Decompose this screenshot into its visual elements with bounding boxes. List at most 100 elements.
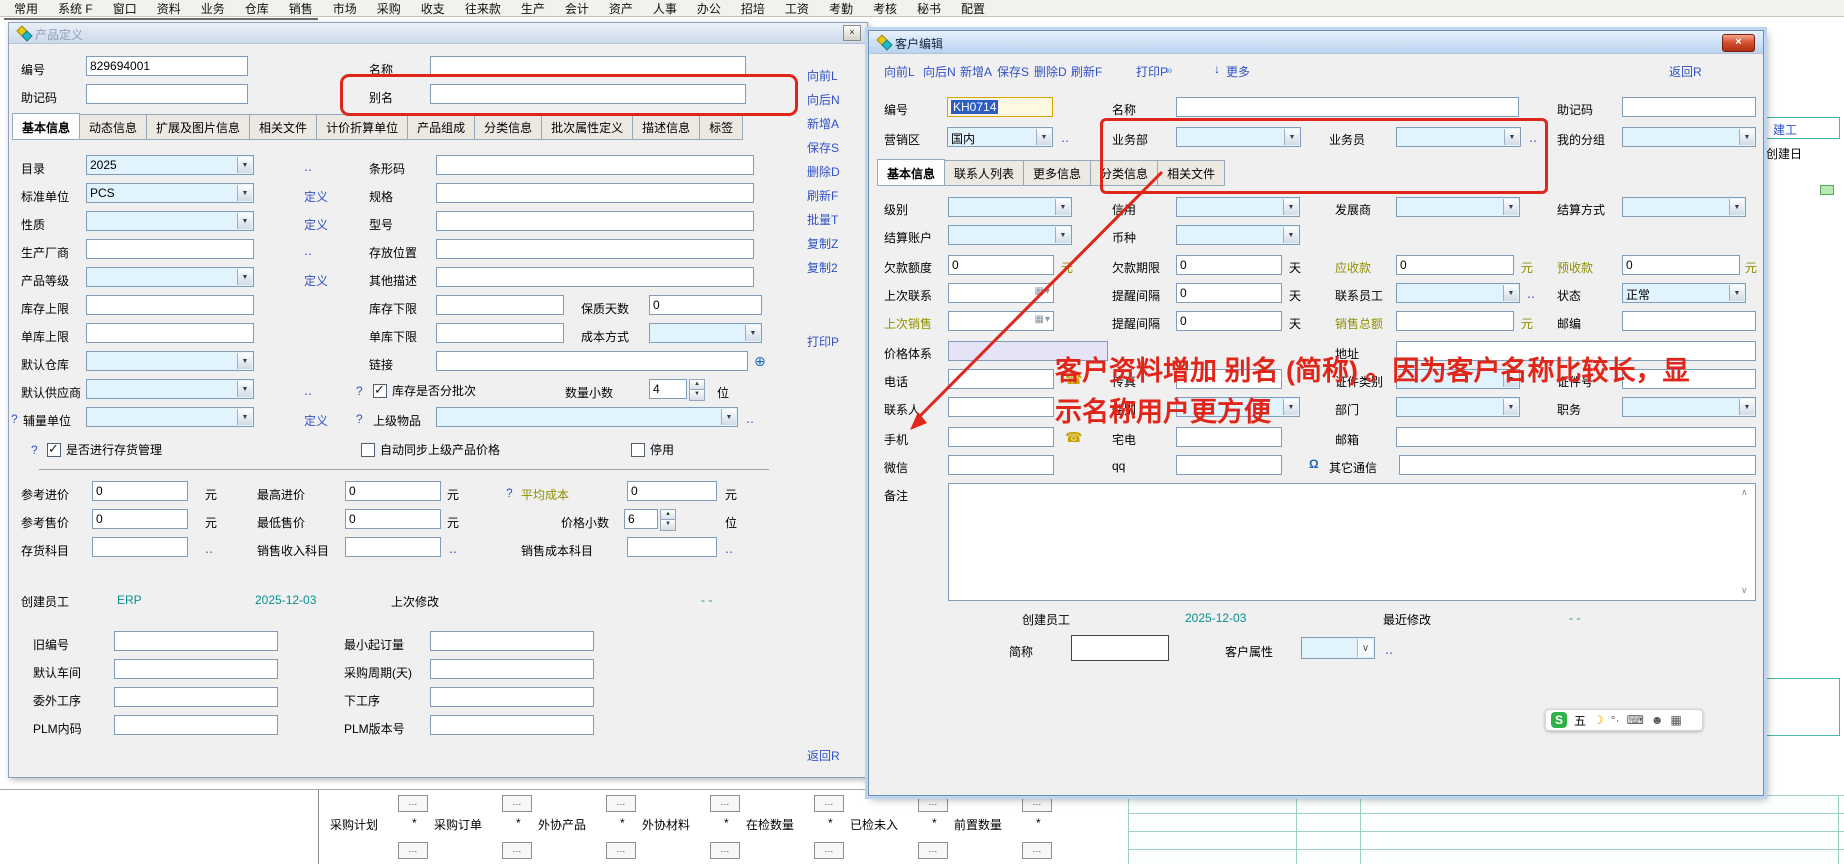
customer-window-titlebar[interactable]: 客户编辑 × — [869, 31, 1763, 54]
calendar-icon[interactable]: ▦▾ — [1035, 314, 1051, 325]
my-group-select[interactable] — [1622, 127, 1756, 147]
whse-upper-input[interactable] — [86, 323, 254, 343]
menu-item[interactable]: 采购 — [367, 0, 411, 17]
ime-toolbar[interactable]: S 五 ☽ °· ⌨ ☻ ▦ — [1545, 709, 1703, 731]
menu-item[interactable]: 资料 — [147, 0, 191, 17]
globe-icon[interactable]: ⊕ — [754, 353, 766, 370]
tab-extended-images[interactable]: 扩展及图片信息 — [147, 114, 250, 140]
scroll-down-icon[interactable]: ∨ — [1741, 585, 1748, 596]
revenue-account-input[interactable] — [345, 537, 441, 557]
menu-item[interactable]: 常用 — [4, 0, 48, 17]
phone-icon[interactable]: ☎ — [1065, 371, 1082, 388]
lookup-button[interactable]: … — [1022, 795, 1052, 812]
toolbar-refresh-button[interactable]: 刷新F — [807, 187, 838, 204]
level-select[interactable] — [948, 197, 1072, 217]
customer-attr-select[interactable] — [1301, 637, 1375, 659]
other-desc-input[interactable] — [436, 267, 754, 287]
menu-item[interactable]: 工资 — [775, 0, 819, 17]
outsource-process-input[interactable] — [114, 687, 278, 707]
debt-limit-input[interactable]: 0 — [948, 255, 1054, 275]
tab-classification[interactable]: 分类信息 — [475, 114, 542, 140]
currency-select[interactable] — [1176, 225, 1300, 245]
other-comm-input[interactable] — [1399, 455, 1756, 475]
product-alias-input[interactable] — [430, 84, 746, 104]
business-dept-select[interactable] — [1176, 127, 1301, 147]
menu-item[interactable]: 办公 — [687, 0, 731, 17]
email-input[interactable] — [1396, 427, 1756, 447]
last-contact-datepicker[interactable]: ▦▾ — [948, 283, 1054, 303]
toolbar-refresh-button[interactable]: 刷新F — [1071, 63, 1102, 80]
account-lookup[interactable]: ‥ — [449, 542, 457, 556]
tab-related-files[interactable]: 相关文件 — [1158, 160, 1225, 186]
lookup-button[interactable]: … — [814, 795, 844, 812]
tab-classification[interactable]: 分类信息 — [1091, 160, 1158, 186]
lookup-button[interactable]: … — [1022, 842, 1052, 859]
toolbar-prev-button[interactable]: 向前L — [807, 67, 838, 84]
menu-item[interactable]: 销售 — [279, 0, 323, 17]
region-lookup[interactable]: ‥ — [1061, 131, 1069, 145]
tab-pricing-units[interactable]: 计价折算单位 — [317, 114, 408, 140]
define-link[interactable]: 定义 — [304, 412, 328, 429]
lookup-button[interactable]: … — [918, 842, 948, 859]
location-input[interactable] — [436, 239, 754, 259]
help-question-icon[interactable]: ? — [356, 412, 363, 426]
plm-code-input[interactable] — [114, 715, 278, 735]
toolbar-delete-button[interactable]: 删除D — [1034, 63, 1067, 80]
close-icon[interactable]: × — [843, 25, 861, 41]
menu-item[interactable]: 资产 — [599, 0, 643, 17]
toolbar-copy-button[interactable]: 复制Z — [807, 235, 838, 252]
toolbar-add-button[interactable]: 新增A — [960, 63, 992, 80]
default-warehouse-select[interactable] — [86, 351, 254, 371]
avg-cost-input[interactable]: 0 — [627, 481, 717, 501]
lookup-button[interactable]: … — [398, 795, 428, 812]
menu-item[interactable]: 秘书 — [907, 0, 951, 17]
price-system-input[interactable] — [948, 341, 1108, 361]
spec-input[interactable] — [436, 183, 754, 203]
menu-item[interactable]: 考勤 — [819, 0, 863, 17]
product-no-input[interactable]: 829694001 — [86, 56, 248, 76]
menu-item[interactable]: 收支 — [411, 0, 455, 17]
stock-upper-input[interactable] — [86, 295, 254, 315]
define-link[interactable]: 定义 — [304, 216, 328, 233]
receivable-input[interactable]: 0 — [1396, 255, 1514, 275]
sales-total-input[interactable] — [1396, 311, 1514, 331]
grade-select[interactable] — [86, 267, 254, 287]
tab-contact-list[interactable]: 联系人列表 — [945, 160, 1024, 186]
customer-mnemonic-input[interactable] — [1622, 97, 1756, 117]
contact-staff-lookup[interactable]: ‥ — [1527, 287, 1535, 301]
whse-lower-input[interactable] — [436, 323, 564, 343]
toolbar-more-button[interactable]: 更多 — [1226, 63, 1250, 80]
tab-dynamic-info[interactable]: 动态信息 — [80, 114, 147, 140]
min-sell-input[interactable]: 0 — [345, 509, 441, 529]
postcode-input[interactable] — [1622, 311, 1756, 331]
ime-punct-icon[interactable]: °· — [1611, 713, 1620, 727]
settle-account-select[interactable] — [948, 225, 1072, 245]
ime-grid-icon[interactable]: ▦ — [1671, 713, 1682, 727]
inventory-account-input[interactable] — [92, 537, 188, 557]
advance-input[interactable]: 0 — [1622, 255, 1740, 275]
cost-method-select[interactable] — [649, 323, 762, 343]
catalog-lookup[interactable]: ‥ — [304, 160, 312, 174]
settle-method-select[interactable] — [1622, 197, 1746, 217]
salesman-lookup[interactable]: ‥ — [1529, 131, 1537, 145]
lookup-button[interactable]: … — [710, 795, 740, 812]
barcode-input[interactable] — [436, 155, 754, 175]
lookup-button[interactable]: … — [710, 842, 740, 859]
manufacturer-input[interactable] — [86, 239, 254, 259]
old-no-input[interactable] — [114, 631, 278, 651]
id-type-select[interactable] — [1396, 369, 1520, 389]
ime-halfmoon-icon[interactable]: ☽ — [1593, 713, 1604, 727]
home-phone-input[interactable] — [1176, 427, 1282, 447]
menu-item[interactable]: 招培 — [731, 0, 775, 17]
mnemonic-input[interactable] — [86, 84, 248, 104]
parent-item-lookup[interactable]: ‥ — [746, 412, 754, 426]
help-question-icon[interactable]: ? — [506, 486, 513, 500]
debt-term-input[interactable]: 0 — [1176, 255, 1282, 275]
toolbar-save-button[interactable]: 保存S — [807, 139, 839, 156]
nature-select[interactable] — [86, 211, 254, 231]
lookup-button[interactable]: … — [814, 842, 844, 859]
tab-product-composition[interactable]: 产品组成 — [408, 114, 475, 140]
toolbar-copy2-button[interactable]: 复制2 — [807, 259, 838, 276]
help-question-icon[interactable]: ? — [31, 443, 38, 457]
default-workshop-input[interactable] — [114, 659, 278, 679]
